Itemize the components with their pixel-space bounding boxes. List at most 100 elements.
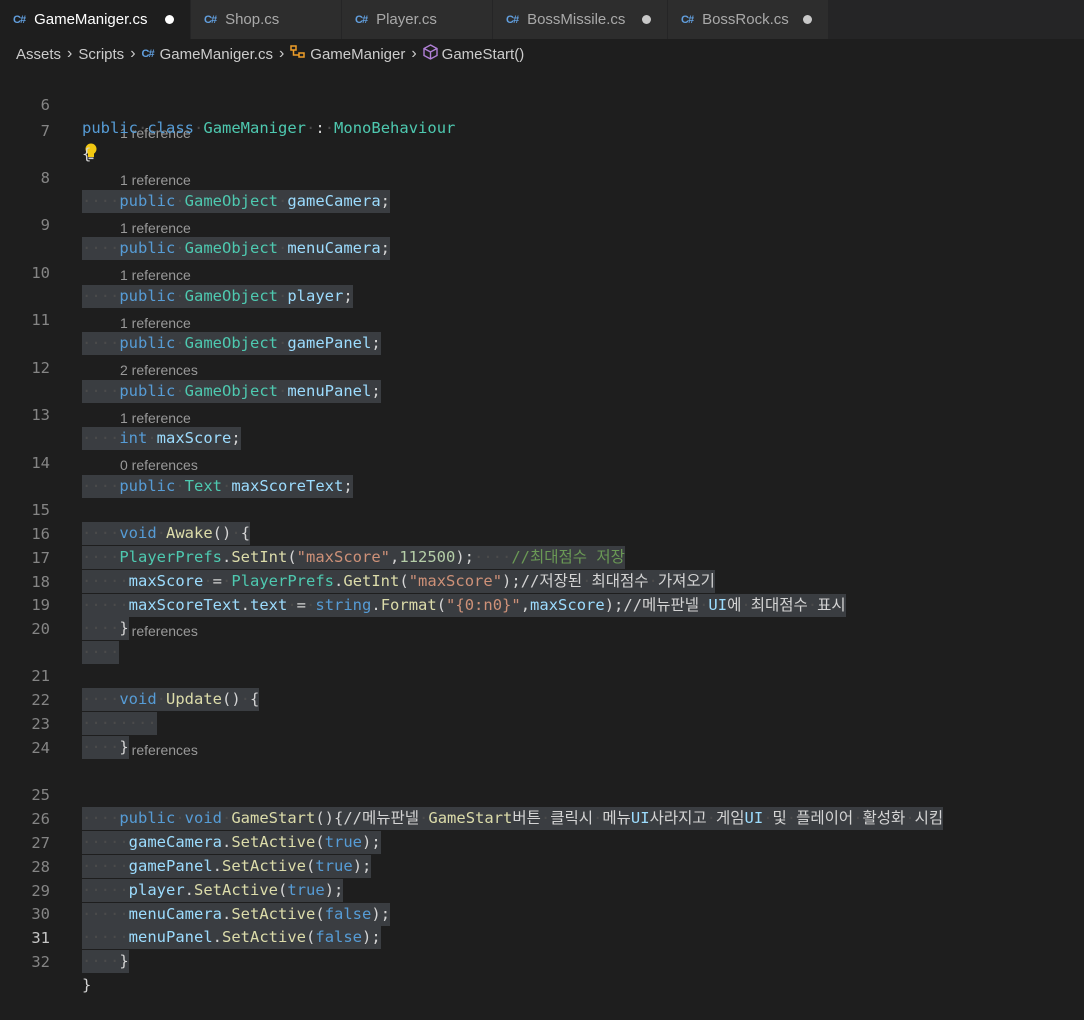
code-line[interactable]: 18 ·····maxScoreText.text·=·string.Forma… xyxy=(0,548,846,617)
breadcrumb: Assets › Scripts › C# GameManiger.cs › G… xyxy=(0,39,1084,69)
code-line[interactable]: 23 ····} xyxy=(0,690,129,759)
line-number: 14 xyxy=(31,454,50,472)
code-line[interactable]: 21 ····void·Update()·{ xyxy=(0,642,260,711)
code-line[interactable]: 15 ····void·Awake()·{ xyxy=(0,476,251,545)
code-line[interactable]: 31 ····} xyxy=(0,904,129,973)
csharp-file-icon: C# xyxy=(355,13,368,26)
csharp-file-icon: C# xyxy=(681,13,694,26)
code-text: ····public·void·GameStart(){//메뉴판넬·GameS… xyxy=(82,807,944,830)
code-line[interactable]: 25 ····public·void·GameStart(){//메뉴판넬·Ga… xyxy=(0,761,944,830)
line-number: 11 xyxy=(31,311,50,329)
class-icon xyxy=(290,45,306,63)
code-text: ····public·Text·maxScoreText; xyxy=(82,475,353,498)
tab-label: BossMissile.cs xyxy=(527,11,626,28)
code-line[interactable]: 9 ····public·GameObject·menuCamera; xyxy=(0,191,391,260)
code-lens[interactable]: 2 references xyxy=(120,358,198,382)
code-text: ····int·maxScore; xyxy=(82,427,241,450)
line-number: 13 xyxy=(31,406,50,424)
code-line[interactable]: 27 ·····gamePanel.SetActive(true); xyxy=(0,809,372,878)
line-number: 8 xyxy=(40,169,50,187)
line-number: 32 xyxy=(31,953,50,971)
code-line[interactable]: 32 } xyxy=(0,928,91,994)
line-number: 9 xyxy=(40,216,50,234)
tab-label: Shop.cs xyxy=(225,11,280,28)
breadcrumb-method[interactable]: GameStart() xyxy=(442,46,525,63)
code-line[interactable]: 14 ····public·Text·maxScoreText; xyxy=(0,429,353,498)
chevron-right-icon: › xyxy=(67,45,73,62)
code-lens[interactable]: 1 reference xyxy=(120,263,191,287)
code-text: ····} xyxy=(82,950,129,973)
code-line[interactable]: 10 ····public·GameObject·player; xyxy=(0,239,353,308)
code-text: ····public·GameObject·menuPanel; xyxy=(82,380,381,403)
code-editor[interactable]: 1 reference 1 reference 1 reference 1 re… xyxy=(0,69,1084,994)
breadcrumb-scripts[interactable]: Scripts xyxy=(78,46,124,63)
code-line[interactable]: 26 ·····gameCamera.SetActive(true); xyxy=(0,785,381,854)
method-cube-icon xyxy=(422,44,438,64)
code-line[interactable]: 17 ·····maxScore·=·PlayerPrefs.GetInt("m… xyxy=(0,524,715,593)
code-line[interactable]: 22 ········ xyxy=(0,666,157,735)
code-lens[interactable]: 0 references xyxy=(120,453,198,477)
code-text: ····PlayerPrefs.SetInt("maxScore",112500… xyxy=(82,546,625,569)
tab-gamemaniger[interactable]: C# GameManiger.cs xyxy=(0,0,190,39)
code-line[interactable]: 16 ····PlayerPrefs.SetInt("maxScore",112… xyxy=(0,500,625,569)
code-text: { xyxy=(82,145,92,163)
code-line[interactable]: 28 ·····player.SetActive(true); xyxy=(0,833,344,902)
code-line[interactable]: 8 ····public·GameObject·gameCamera; xyxy=(0,144,391,213)
code-line[interactable]: 13 ····int·maxScore; xyxy=(0,381,241,450)
chevron-right-icon: › xyxy=(278,45,285,62)
code-text: ·····maxScoreText.text·=·string.Format("… xyxy=(82,594,846,617)
breadcrumb-class[interactable]: GameManiger xyxy=(310,46,405,63)
csharp-file-icon: C# xyxy=(204,13,217,26)
code-text: ····} xyxy=(82,617,129,640)
code-text: ····public·GameObject·gameCamera; xyxy=(82,190,391,213)
code-text: ····void·Awake()·{ xyxy=(82,522,251,545)
breadcrumb-file[interactable]: GameManiger.cs xyxy=(160,46,273,63)
code-text: ·····maxScore·=·PlayerPrefs.GetInt("maxS… xyxy=(82,570,715,593)
code-text: ·····player.SetActive(true); xyxy=(82,879,344,902)
code-text: ····void·Update()·{ xyxy=(82,688,260,711)
chevron-right-icon: › xyxy=(130,45,136,62)
code-lens[interactable]: 1 reference xyxy=(120,168,191,192)
code-text: ···· xyxy=(82,641,120,664)
code-line[interactable]: 24 xyxy=(0,714,50,757)
csharp-file-icon: C# xyxy=(506,13,519,26)
code-text: ····public·GameObject·menuCamera; xyxy=(82,237,391,260)
tab-label: Player.cs xyxy=(376,11,437,28)
tab-shop[interactable]: C# Shop.cs xyxy=(191,0,341,39)
code-text: public·class·GameManiger·:·MonoBehaviour xyxy=(82,119,456,137)
code-lens[interactable]: 0 references xyxy=(120,619,198,643)
line-number: 10 xyxy=(31,264,50,282)
breadcrumb-assets[interactable]: Assets xyxy=(16,46,61,63)
line-number: 7 xyxy=(40,122,50,140)
tab-bossrock[interactable]: C# BossRock.cs xyxy=(668,0,828,39)
unsaved-dot-icon[interactable] xyxy=(642,15,651,24)
code-line[interactable]: 20 ···· xyxy=(0,595,120,664)
code-text: ·····menuPanel.SetActive(false); xyxy=(82,926,381,949)
tab-bossmissile[interactable]: C# BossMissile.cs xyxy=(493,0,667,39)
unsaved-dot-icon[interactable] xyxy=(803,15,812,24)
code-text: ····public·GameObject·player; xyxy=(82,285,353,308)
code-text: ····public·GameObject·gamePanel; xyxy=(82,332,381,355)
code-line[interactable]: 7 { xyxy=(0,97,92,163)
code-text: ·····gameCamera.SetActive(true); xyxy=(82,831,381,854)
csharp-file-icon: C# xyxy=(13,13,26,26)
code-lens[interactable]: 0 references xyxy=(120,738,198,762)
code-line[interactable]: 11 ····public·GameObject·gamePanel; xyxy=(0,286,381,355)
line-number: 24 xyxy=(31,739,50,757)
code-line[interactable]: 6 public·class·GameManiger·:·MonoBehavio… xyxy=(0,71,456,137)
code-text: ········ xyxy=(82,712,157,735)
code-line[interactable]: 19 ····} xyxy=(0,571,129,640)
line-number: 12 xyxy=(31,359,50,377)
code-line[interactable]: 30 ·····menuPanel.SetActive(false); xyxy=(0,880,381,949)
code-text: ·····menuCamera.SetActive(false); xyxy=(82,903,391,926)
code-line[interactable]: 12 ····public·GameObject·menuPanel; xyxy=(0,334,381,403)
code-text: ·····gamePanel.SetActive(true); xyxy=(82,855,372,878)
tab-label: BossRock.cs xyxy=(702,11,789,28)
code-line[interactable]: 29 ·····menuCamera.SetActive(false); xyxy=(0,857,391,926)
tab-player[interactable]: C# Player.cs xyxy=(342,0,492,39)
csharp-file-icon: C# xyxy=(141,48,155,60)
unsaved-dot-icon[interactable] xyxy=(165,15,174,24)
code-text: ····} xyxy=(82,736,129,759)
editor-tab-bar: C# GameManiger.cs C# Shop.cs C# Player.c… xyxy=(0,0,1084,39)
chevron-right-icon: › xyxy=(411,45,417,62)
